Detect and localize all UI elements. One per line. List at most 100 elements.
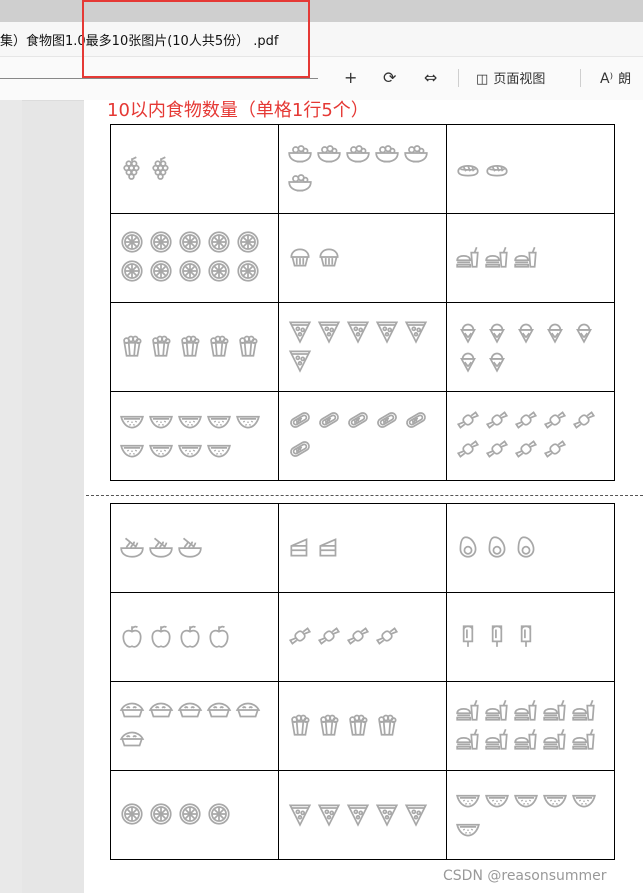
grid-cell	[110, 592, 279, 682]
pie-icon	[117, 726, 146, 755]
popcorn-icon	[343, 712, 372, 741]
food-group	[111, 407, 277, 465]
food-group	[111, 697, 277, 755]
popcorn-icon	[117, 333, 146, 362]
noodle-bowl-icon	[146, 534, 175, 563]
grid-cell	[446, 503, 615, 593]
food-group	[279, 244, 445, 273]
food-group	[447, 534, 613, 563]
rotate-button[interactable]: ⟳	[383, 67, 396, 89]
food-group	[279, 140, 445, 198]
page-view-button[interactable]: ◫ 页面视图	[476, 67, 545, 89]
grapes-icon	[146, 155, 175, 184]
grid-cell	[278, 503, 447, 593]
tab-strip	[0, 0, 643, 22]
grid-row	[110, 391, 615, 481]
grid-cell	[446, 302, 615, 392]
ice-cream-icon	[453, 347, 482, 376]
food-group	[447, 697, 613, 755]
grid-cell	[278, 124, 447, 214]
pizza-slice-icon	[343, 801, 372, 830]
fruit-bowl-icon	[285, 140, 314, 169]
watermelon-icon	[117, 436, 146, 465]
fruit-bowl-icon	[401, 140, 430, 169]
noodle-bowl-icon	[175, 534, 204, 563]
food-group	[447, 623, 613, 652]
grid-row	[110, 213, 615, 303]
grid-cell	[278, 681, 447, 771]
pizza-slice-icon	[285, 347, 314, 376]
watermelon-icon	[453, 815, 482, 844]
candy-icon	[453, 436, 482, 465]
candy-icon	[285, 623, 314, 652]
read-aloud-button[interactable]: A⁾ 朗	[600, 67, 631, 89]
hotdog-icon	[372, 407, 401, 436]
grid-row	[110, 302, 615, 392]
candy-icon	[540, 407, 569, 436]
watermelon-icon	[569, 786, 598, 815]
watermelon-icon	[453, 786, 482, 815]
watermelon-icon	[175, 436, 204, 465]
watermelon-icon	[482, 786, 511, 815]
page-title: 10以内食物数量（单格1行5个）	[107, 100, 369, 121]
apple-icon	[146, 623, 175, 652]
food-grid-top	[110, 124, 615, 481]
ice-cream-icon	[482, 318, 511, 347]
grid-cell	[446, 124, 615, 214]
grid-cell	[278, 213, 447, 303]
orange-slice-icon	[117, 258, 146, 287]
orange-slice-icon	[204, 801, 233, 830]
ice-cream-icon	[569, 318, 598, 347]
apple-icon	[204, 623, 233, 652]
ice-cream-icon	[511, 318, 540, 347]
avocado-icon	[511, 534, 540, 563]
popcorn-icon	[233, 333, 262, 362]
hotdog-icon	[285, 436, 314, 465]
toolbar-separator	[580, 69, 581, 87]
food-group	[279, 801, 445, 830]
page-view-label: 页面视图	[493, 72, 546, 87]
grid-cell	[110, 503, 279, 593]
grid-cell	[110, 213, 279, 303]
burger-drink-icon	[511, 697, 540, 726]
cake-slice-icon	[314, 534, 343, 563]
food-group	[111, 623, 277, 652]
avocado-icon	[482, 534, 511, 563]
grid-cell	[110, 391, 279, 481]
hotdog-icon	[401, 407, 430, 436]
zoom-in-button[interactable]: +	[344, 67, 357, 89]
popcorn-icon	[285, 712, 314, 741]
watermelon-icon	[146, 407, 175, 436]
watermelon-icon	[146, 436, 175, 465]
fit-width-button[interactable]: ⇔	[424, 67, 437, 89]
popsicle-icon	[453, 623, 482, 652]
food-group	[279, 407, 445, 465]
watermark: CSDN @reasonsummer	[443, 868, 607, 884]
food-grid-bottom	[110, 503, 615, 860]
pdf-page: 10以内食物数量（单格1行5个）	[84, 100, 643, 893]
document-tab-title[interactable]: 集）食物图1.0最多10张图片(10人共5份） .pdf	[0, 30, 278, 49]
fruit-bowl-icon	[285, 169, 314, 198]
sushi-icon	[482, 155, 511, 184]
grid-cell	[446, 391, 615, 481]
document-tab[interactable]: 集）食物图1.0最多10张图片(10人共5份） .pdf	[0, 22, 643, 56]
food-group	[447, 407, 613, 465]
burger-drink-icon	[540, 726, 569, 755]
burger-drink-icon	[482, 726, 511, 755]
burger-drink-icon	[569, 726, 598, 755]
burger-drink-icon	[453, 697, 482, 726]
grid-cell	[278, 592, 447, 682]
orange-slice-icon	[146, 801, 175, 830]
burger-drink-icon	[511, 244, 540, 273]
burger-drink-icon	[569, 697, 598, 726]
food-group	[447, 318, 613, 376]
pie-icon	[175, 697, 204, 726]
pdf-toolbar: + ⟳ ⇔ ◫ 页面视图 A⁾ 朗	[0, 57, 643, 101]
sushi-icon	[453, 155, 482, 184]
pizza-slice-icon	[372, 318, 401, 347]
watermelon-icon	[233, 407, 262, 436]
noodle-bowl-icon	[117, 534, 146, 563]
burger-drink-icon	[511, 726, 540, 755]
food-group	[111, 229, 277, 287]
ice-cream-icon	[482, 347, 511, 376]
